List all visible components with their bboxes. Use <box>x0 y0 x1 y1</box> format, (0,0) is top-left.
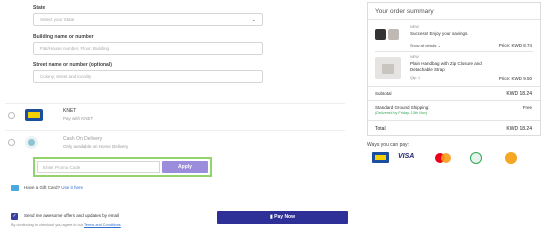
item2-title: Plain Handbag with Zip Closure and Detac… <box>410 61 482 72</box>
show-details-link[interactable]: Show all details ⌄ <box>410 43 441 48</box>
divider <box>375 51 533 52</box>
ways-to-pay-title: Ways you can pay: <box>367 142 410 148</box>
item2-qty: Qty: 1 <box>410 76 421 80</box>
knet-radio[interactable] <box>8 112 15 119</box>
visa-logo-icon: VISA <box>398 153 415 160</box>
terms-link[interactable]: Terms and Conditions <box>84 223 121 227</box>
gift-card-link[interactable]: Use it here <box>61 185 83 190</box>
promo-box: Enter Promo Code Apply <box>33 157 212 177</box>
apply-button[interactable]: Apply <box>162 161 208 173</box>
divider <box>368 120 540 121</box>
offers-checkbox[interactable]: ✓ <box>11 213 18 220</box>
summary-title: Your order summary <box>375 8 434 15</box>
street-input[interactable]: Colony, street and locality <box>33 70 263 83</box>
knet-logo-icon <box>372 152 389 163</box>
subtotal-value: KWD 18.24 <box>506 91 532 97</box>
cash-icon <box>25 136 38 149</box>
shipping-note: (Delivered by Friday, 13th Nov) <box>375 111 428 115</box>
item1-tag: NEW <box>410 25 419 29</box>
street-label: Street name or number (optional) <box>33 62 112 68</box>
total-value: KWD 18.24 <box>506 126 532 132</box>
building-input[interactable]: Flat/House number, Floor, Building <box>33 42 263 55</box>
item1-title: Success! Enjoy your savings. <box>410 31 469 36</box>
shipping-value: Free <box>522 105 532 110</box>
chevron-down-icon: ⌄ <box>437 44 441 48</box>
cod-title: Cash On Delivery <box>63 136 103 142</box>
gift-card-text: Have a Gift Card? <box>24 185 61 190</box>
wallet-icon <box>505 152 517 164</box>
offers-label: Send me awesome offers and updates by em… <box>24 213 119 218</box>
state-select[interactable]: Select your State ⌄ <box>33 13 263 26</box>
terms-text: By continuing to checkout you agree to o… <box>11 223 83 227</box>
divider <box>368 86 540 87</box>
product-thumbnail <box>388 29 399 40</box>
cod-subtitle: Only available on Home Delivery <box>63 144 129 149</box>
pay-now-label: Pay Now <box>274 214 295 220</box>
pay-now-button[interactable]: ▮ Pay Now <box>217 211 348 224</box>
knet-subtitle: Pay with KNET <box>63 116 94 121</box>
show-details-label: Show all details <box>410 44 437 48</box>
shipping-label: Standard Ground Shipping: <box>375 105 430 110</box>
handbag-image <box>375 57 401 79</box>
knet-title: KNET <box>63 108 77 114</box>
promo-placeholder: Enter Promo Code <box>43 165 81 170</box>
knet-logo-icon <box>25 109 43 121</box>
item2-tag: NEW <box>410 55 419 59</box>
order-summary: Your order summary NEW Success! Enjoy yo… <box>367 2 541 136</box>
item1-price: Price: KWD 8.74 <box>498 43 532 48</box>
building-placeholder: Flat/House number, Floor, Building <box>40 46 110 51</box>
mastercard-logo-icon <box>435 153 451 163</box>
item2-price: Price: KWD 9.50 <box>498 76 532 81</box>
state-select-value: Select your State <box>40 17 75 22</box>
gift-card-icon <box>11 185 19 191</box>
chevron-down-icon: ⌄ <box>251 17 256 23</box>
building-label: Building name or number <box>33 34 94 40</box>
state-label: State <box>33 5 46 11</box>
total-label: Total <box>375 126 386 132</box>
divider <box>5 130 345 131</box>
divider <box>368 100 540 101</box>
street-placeholder: Colony, street and locality <box>40 74 92 79</box>
lock-icon: ▮ <box>270 214 273 220</box>
promo-input[interactable]: Enter Promo Code <box>37 161 160 173</box>
cash-on-delivery-icon <box>470 152 482 164</box>
divider <box>368 19 540 20</box>
product-thumbnail <box>375 29 386 40</box>
cod-radio[interactable] <box>8 139 15 146</box>
divider <box>5 103 345 104</box>
subtotal-label: Subtotal <box>375 91 392 96</box>
